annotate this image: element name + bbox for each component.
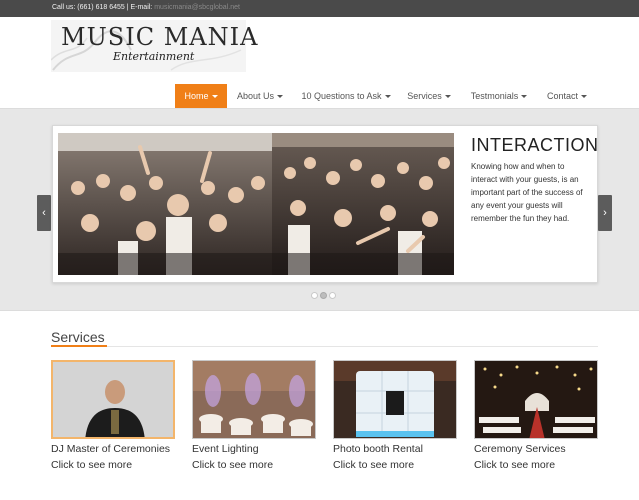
nav-label-home: Home <box>184 91 209 101</box>
nav-item-contact[interactable]: Contact <box>542 84 592 108</box>
service-link[interactable]: Click to see more <box>192 459 273 471</box>
section-divider <box>51 346 598 347</box>
hero-slider: ‹ INTERACTION Knowing how and when to in… <box>0 108 639 311</box>
heading-underline <box>51 345 107 347</box>
chevron-down-icon <box>444 95 451 99</box>
service-link[interactable]: Click to see more <box>51 459 132 471</box>
service-link[interactable]: Click to see more <box>333 459 414 471</box>
nav-item-home[interactable]: Home <box>175 84 227 108</box>
chevron-down-icon <box>384 95 391 99</box>
service-title[interactable]: Ceremony Services <box>474 443 566 455</box>
email-link[interactable]: musicmania@sbcglobal.net <box>154 4 240 11</box>
chevron-down-icon <box>277 95 284 99</box>
nav-item-questions[interactable]: 10 Questions to Ask <box>298 84 394 108</box>
slide-description: Knowing how and when to interact with yo… <box>471 162 583 223</box>
logo-title: MUSIC MANIA <box>61 23 259 51</box>
slide-card: INTERACTION Knowing how and when to inte… <box>52 125 598 283</box>
service-title[interactable]: Event Lighting <box>192 443 259 455</box>
slide-photo <box>58 133 454 275</box>
service-image-photobooth[interactable] <box>333 360 457 439</box>
site-logo[interactable]: MUSIC MANIA Entertainment <box>51 20 257 72</box>
chevron-right-icon: › <box>603 207 607 219</box>
top-contact-bar: Call us: (661) 618 6455 | E-mail: musicm… <box>0 0 639 17</box>
slider-dot-1[interactable] <box>311 292 318 299</box>
contact-info: Call us: (661) 618 6455 | E-mail: musicm… <box>52 4 240 11</box>
slide-heading: INTERACTION <box>471 135 599 155</box>
nav-item-testmonials[interactable]: Testmonials <box>466 84 532 108</box>
nav-label-questions: 10 Questions to Ask <box>301 91 382 101</box>
nav-item-services[interactable]: Services <box>403 84 455 108</box>
party-crowd-photo <box>58 133 454 275</box>
dj-photo <box>53 362 173 437</box>
event-lighting-photo <box>193 361 315 438</box>
phone-text: Call us: (661) 618 6455 | E-mail: <box>52 4 153 11</box>
nav-item-about[interactable]: About Us <box>232 84 288 108</box>
slider-dot-3[interactable] <box>329 292 336 299</box>
slider-dot-2[interactable] <box>320 292 327 299</box>
chevron-down-icon <box>521 95 528 99</box>
services-heading: Services <box>51 329 105 345</box>
logo-subtitle: Entertainment <box>113 50 195 63</box>
service-title[interactable]: Photo booth Rental <box>333 443 423 455</box>
nav-label-about: About Us <box>236 91 275 101</box>
nav-label-services: Services <box>407 91 442 101</box>
slider-prev-button[interactable]: ‹ <box>37 195 51 231</box>
nav-label-testmonials: Testmonials <box>470 91 519 101</box>
service-link[interactable]: Click to see more <box>474 459 555 471</box>
slider-next-button[interactable]: › <box>598 195 612 231</box>
ceremony-photo <box>475 361 597 438</box>
service-title[interactable]: DJ Master of Ceremonies <box>51 443 170 455</box>
nav-label-contact: Contact <box>546 91 579 101</box>
service-image-ceremony[interactable] <box>474 360 598 439</box>
photo-booth-photo <box>334 361 456 438</box>
chevron-left-icon: ‹ <box>42 207 46 219</box>
chevron-down-icon <box>211 95 218 99</box>
service-image-lighting[interactable] <box>192 360 316 439</box>
slider-pagination <box>311 292 341 300</box>
chevron-down-icon <box>581 95 588 99</box>
service-image-dj[interactable] <box>51 360 175 439</box>
